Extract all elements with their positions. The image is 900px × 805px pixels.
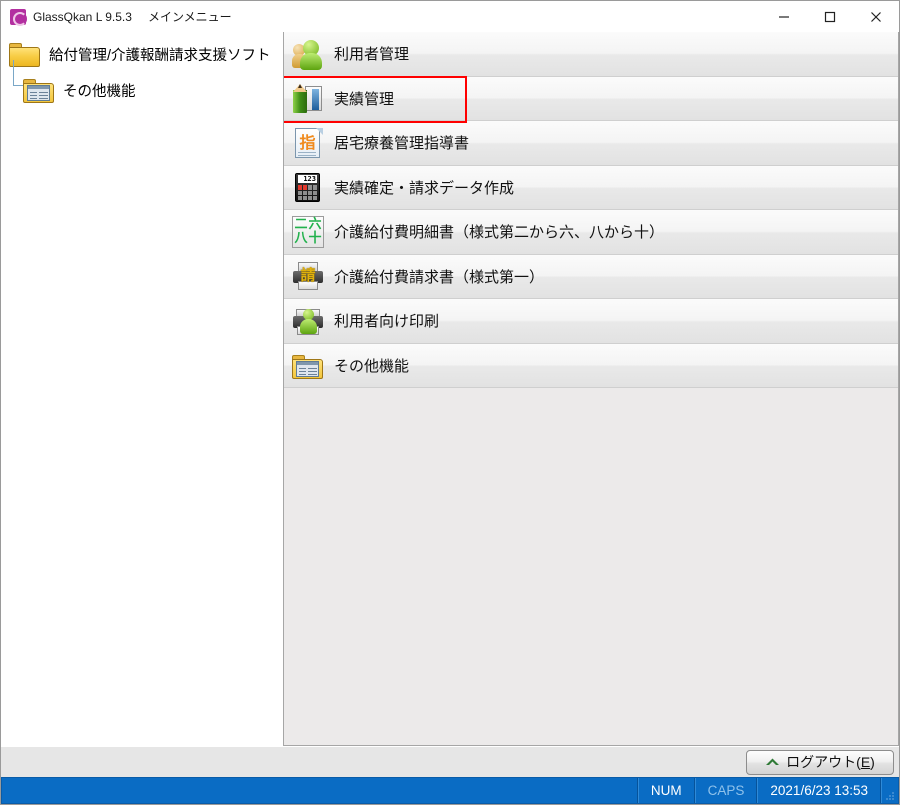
logout-button[interactable]: ログアウト(E) (746, 749, 894, 775)
kanji-glyph-4: 十 (308, 231, 322, 247)
main-menu-list: 利用者管理 実績管理 指 居宅療養管理指導書 123 実績確定・請求データ作成 … (283, 32, 899, 746)
status-bar: NUM CAPS 2021/6/23 13:53 (1, 777, 899, 804)
kanji-glyph-3: 八 (294, 231, 308, 247)
list-folder-icon (292, 354, 324, 380)
tree-connector (13, 60, 23, 86)
app-title: GlassQkan L 9.5.3 (33, 9, 132, 24)
kanji-grid-icon: 二 六 八 十 (292, 215, 324, 248)
list-folder-icon (23, 78, 54, 103)
status-message-area (2, 778, 638, 803)
pencil-book-icon (292, 82, 324, 114)
menu-item-label: 利用者管理 (334, 46, 410, 64)
printer-kanji-glyph: 請 (300, 266, 316, 285)
menu-item-label: 介護給付費請求書（様式第一） (334, 268, 545, 286)
window-controls (761, 1, 899, 32)
main-body: 給付管理/介護報酬請求支援ソフト その他機能 利用者管理 実績管理 指 居宅療養… (1, 32, 899, 746)
calculator-icon: 123 (292, 171, 324, 203)
close-icon[interactable] (853, 1, 899, 32)
menu-item-label: 介護給付費明細書（様式第二から六、八から十） (334, 224, 665, 242)
logout-arrow-icon (765, 756, 780, 768)
menu-item-performance-management[interactable]: 実績管理 (284, 75, 898, 123)
menu-item-label: 利用者向け印刷 (334, 313, 440, 331)
minimize-icon[interactable] (761, 1, 807, 32)
menu-list-empty-area (284, 388, 898, 745)
tree-item-root-label: 給付管理/介護報酬請求支援ソフト (49, 47, 271, 64)
menu-item-user-printing[interactable]: 利用者向け印刷 (284, 299, 898, 344)
calculator-screen-glyph: 123 (298, 175, 317, 184)
logout-button-label: ログアウト(E) (786, 752, 875, 772)
menu-item-benefit-invoice[interactable]: 請 介護給付費請求書（様式第一） (284, 254, 898, 299)
users-icon (292, 38, 324, 70)
menu-item-benefit-statement[interactable]: 二 六 八 十 介護給付費明細書（様式第二から六、八から十） (284, 210, 898, 255)
menu-item-home-care-guidance[interactable]: 指 居宅療養管理指導書 (284, 121, 898, 166)
navigation-tree: 給付管理/介護報酬請求支援ソフト その他機能 (1, 32, 283, 746)
menu-item-label: 居宅療養管理指導書 (334, 135, 470, 153)
menu-item-label: その他機能 (334, 357, 410, 375)
document-shi-icon: 指 (292, 127, 324, 159)
kanji-glyph-2: 六 (308, 217, 322, 233)
maximize-icon[interactable] (807, 1, 853, 32)
menu-item-label: 実績管理 (334, 90, 395, 108)
footer-toolbar: ログアウト(E) (1, 746, 899, 777)
status-datetime: 2021/6/23 13:53 (757, 778, 881, 803)
tree-item-other-functions-label: その他機能 (63, 83, 136, 100)
status-caps-indicator: CAPS (694, 778, 758, 803)
kanji-glyph-1: 二 (294, 217, 308, 233)
glassqkan-logo-icon (10, 8, 27, 26)
menu-item-billing-data-creation[interactable]: 123 実績確定・請求データ作成 (284, 165, 898, 210)
title-bar: GlassQkan L 9.5.3 メインメニュー (1, 1, 899, 32)
tree-item-root[interactable]: 給付管理/介護報酬請求支援ソフト (1, 36, 283, 72)
document-kanji-glyph: 指 (299, 132, 316, 152)
tree-item-other-functions[interactable]: その他機能 (1, 60, 283, 108)
logout-label-prefix: ログアウト( (786, 754, 861, 770)
logout-label-suffix: ) (870, 754, 875, 770)
screen-title: メインメニュー (147, 10, 232, 24)
menu-item-other-functions[interactable]: その他機能 (284, 343, 898, 388)
menu-item-user-management[interactable]: 利用者管理 (284, 32, 898, 77)
application-window: GlassQkan L 9.5.3 メインメニュー 給付管理/介護報酬請求支援ソ… (0, 0, 900, 805)
status-num-indicator: NUM (637, 778, 695, 803)
menu-item-label: 実績確定・請求データ作成 (334, 179, 515, 197)
printer-person-icon (292, 305, 324, 337)
resize-grip-icon[interactable] (881, 778, 898, 803)
logout-accel-key: E (860, 754, 871, 770)
printer-sei-icon: 請 (292, 260, 324, 292)
